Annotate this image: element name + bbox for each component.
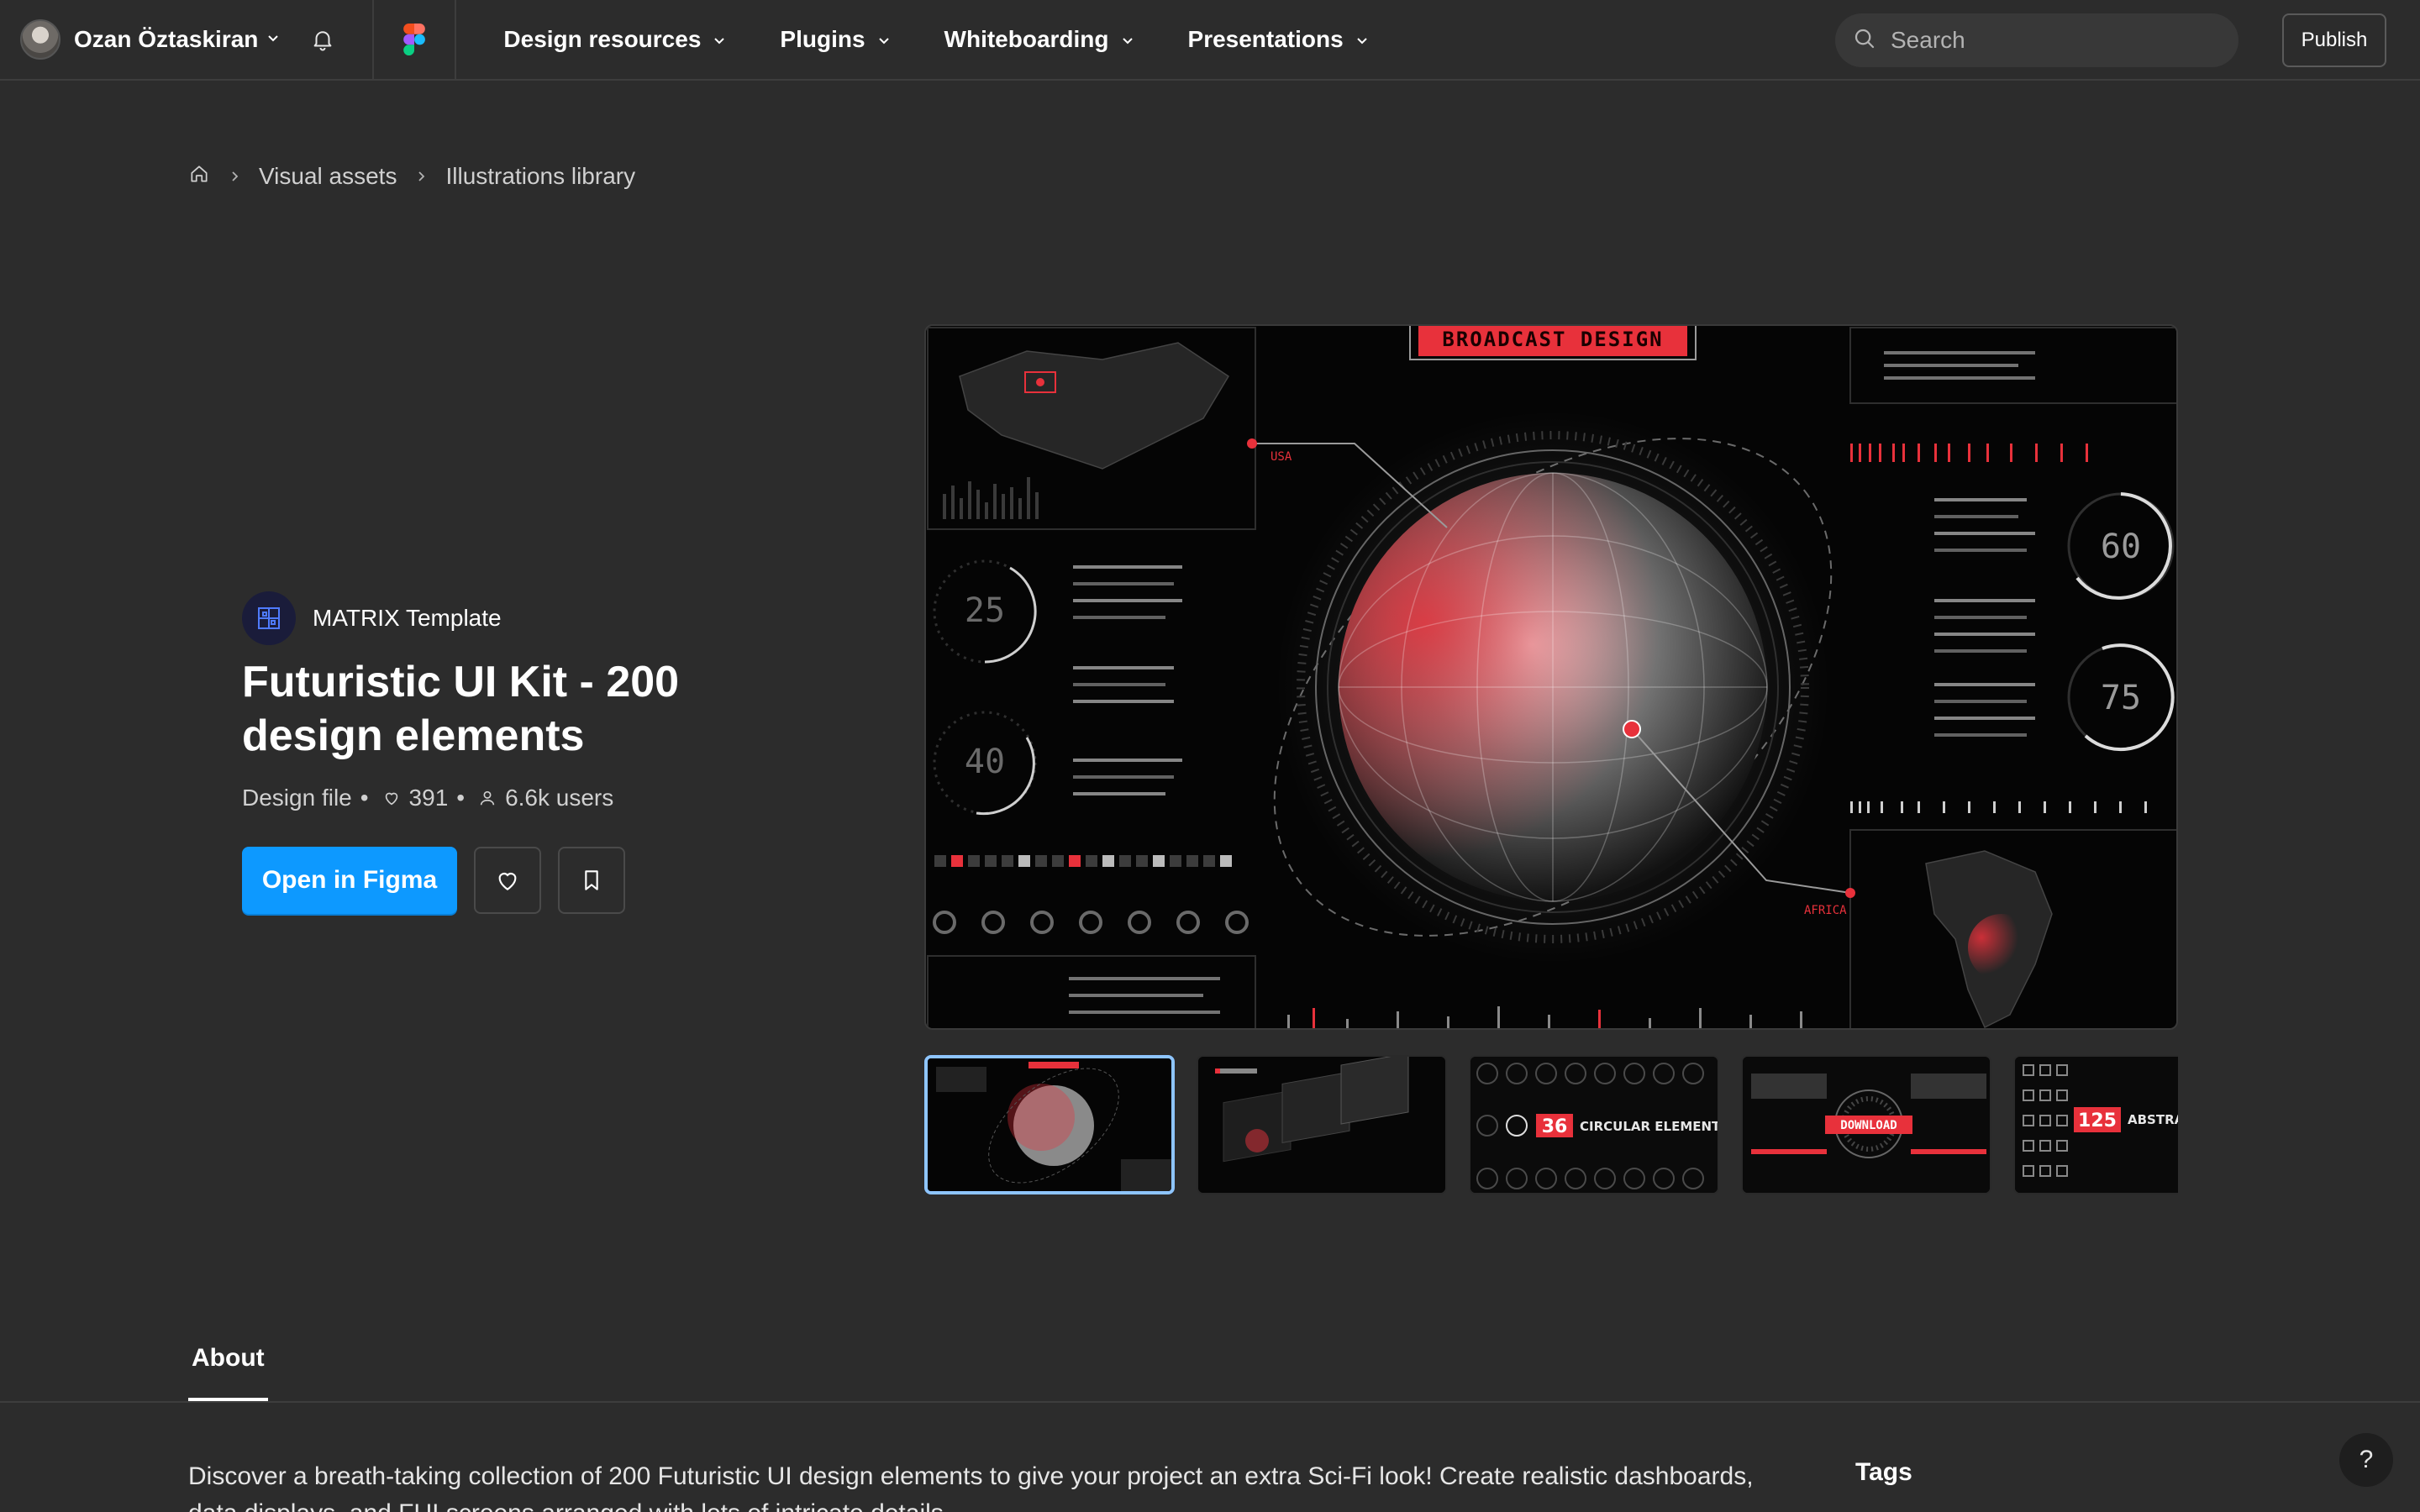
thumbnail-image: 125 ABSTRA ICONS	[2015, 1057, 2178, 1193]
search-icon	[1852, 26, 1877, 55]
breadcrumb-item[interactable]: Illustrations library	[445, 163, 635, 190]
help-button[interactable]: ?	[2339, 1433, 2393, 1487]
creator-name[interactable]: MATRIX Template	[313, 605, 502, 632]
gauge-value: 75	[2101, 679, 2141, 717]
nav-label: Presentations	[1187, 26, 1344, 52]
home-icon[interactable]	[188, 163, 210, 191]
user-menu[interactable]: Ozan Öztaskiran	[0, 0, 335, 80]
thumbnail[interactable]: DOWNLOAD	[1741, 1055, 1991, 1194]
main-nav: Design resources Plugins Whiteboarding P…	[503, 0, 1422, 80]
thumbnail[interactable]	[924, 1055, 1175, 1194]
resource-meta: Design file • 391 • 6.6k users	[242, 785, 613, 811]
tabs-divider	[0, 1401, 2420, 1403]
heart-icon	[385, 792, 397, 806]
likes-count: 391	[408, 785, 449, 811]
tags-heading: Tags	[1855, 1458, 1912, 1486]
open-in-figma-button[interactable]: Open in Figma	[242, 847, 457, 914]
thumbnail[interactable]: 36 CIRCULAR ELEMENTS	[1469, 1055, 1719, 1194]
figma-logo-icon[interactable]	[374, 0, 455, 80]
chevron-down-icon	[1355, 26, 1369, 53]
thumbnail-image	[928, 1058, 1171, 1191]
top-bar: Ozan Öztaskiran Design resources Plugins…	[0, 0, 2420, 81]
nav-label: Design resources	[503, 26, 702, 52]
divider	[455, 0, 457, 80]
avatar[interactable]	[20, 19, 60, 60]
hud-illustration: 25 40 60 75 USA AFRICA BROADCAST DESIGN	[926, 326, 2176, 1028]
thumbnail-strip: 36 CIRCULAR ELEMENTS DOWNLOAD 125 ABSTR	[924, 1055, 2178, 1196]
breadcrumb-item[interactable]: Visual assets	[259, 163, 397, 190]
nav-design-resources[interactable]: Design resources	[503, 26, 726, 53]
nav-label: Plugins	[780, 26, 865, 52]
chevron-down-icon	[1121, 26, 1134, 53]
chevron-down-icon	[877, 26, 891, 53]
map-label: AFRICA	[1804, 904, 1847, 917]
thumbnail-caption: DOWNLOAD	[1840, 1119, 1897, 1132]
separator-dot: •	[360, 785, 369, 811]
thumbnail-image: 36 CIRCULAR ELEMENTS	[1470, 1057, 1719, 1193]
separator-dot: •	[456, 785, 466, 811]
creator[interactable]: MATRIX Template	[242, 591, 502, 645]
chevron-right-icon	[229, 171, 240, 182]
chevron-down-icon[interactable]	[266, 31, 280, 49]
thumbnail-image: DOWNLOAD	[1743, 1057, 1990, 1193]
search-input[interactable]: Search	[1835, 13, 2238, 67]
thumbnail-image	[1198, 1057, 1445, 1193]
heart-icon	[498, 873, 517, 890]
creator-logo-icon[interactable]	[242, 591, 296, 645]
gauge-value: 60	[2101, 528, 2141, 566]
banner-text: BROADCAST DESIGN	[1442, 328, 1663, 351]
gauge-value: 25	[965, 591, 1005, 630]
map-label: USA	[1270, 450, 1292, 464]
users-count: 6.6k users	[505, 785, 614, 811]
user-icon	[480, 790, 495, 806]
about-description: Discover a breath-taking collection of 2…	[188, 1462, 1754, 1512]
user-name[interactable]: Ozan Öztaskiran	[74, 26, 258, 53]
nav-plugins[interactable]: Plugins	[780, 26, 890, 53]
nav-presentations[interactable]: Presentations	[1188, 26, 1369, 53]
gauge-value: 40	[965, 743, 1005, 781]
bell-icon[interactable]	[310, 27, 335, 52]
breadcrumb: Visual assets Illustrations library	[188, 160, 635, 193]
chevron-right-icon	[415, 171, 427, 182]
preview-image[interactable]: 25 40 60 75 USA AFRICA BROADCAST DESIGN	[924, 324, 2178, 1030]
publish-button[interactable]: Publish	[2282, 13, 2386, 67]
tab-about[interactable]: About	[188, 1344, 268, 1401]
bookmark-button[interactable]	[558, 847, 625, 914]
thumbnail-number: 125	[2078, 1110, 2117, 1131]
nav-whiteboarding[interactable]: Whiteboarding	[944, 26, 1134, 53]
nav-label: Whiteboarding	[944, 26, 1109, 52]
like-button[interactable]	[474, 847, 541, 914]
thumbnail-number: 36	[1542, 1116, 1568, 1137]
bookmark-icon	[585, 870, 598, 890]
thumbnail-caption: ABSTRA ICONS	[2128, 1112, 2178, 1127]
thumbnail-caption: CIRCULAR ELEMENTS	[1580, 1119, 1719, 1134]
chevron-down-icon	[713, 26, 726, 53]
resource-type: Design file	[242, 785, 352, 811]
thumbnail[interactable]: 125 ABSTRA ICONS	[2013, 1055, 2178, 1194]
thumbnail[interactable]	[1197, 1055, 1447, 1194]
page-title: Futuristic UI Kit - 200 design elements	[242, 658, 680, 760]
search-placeholder: Search	[1891, 27, 1965, 53]
